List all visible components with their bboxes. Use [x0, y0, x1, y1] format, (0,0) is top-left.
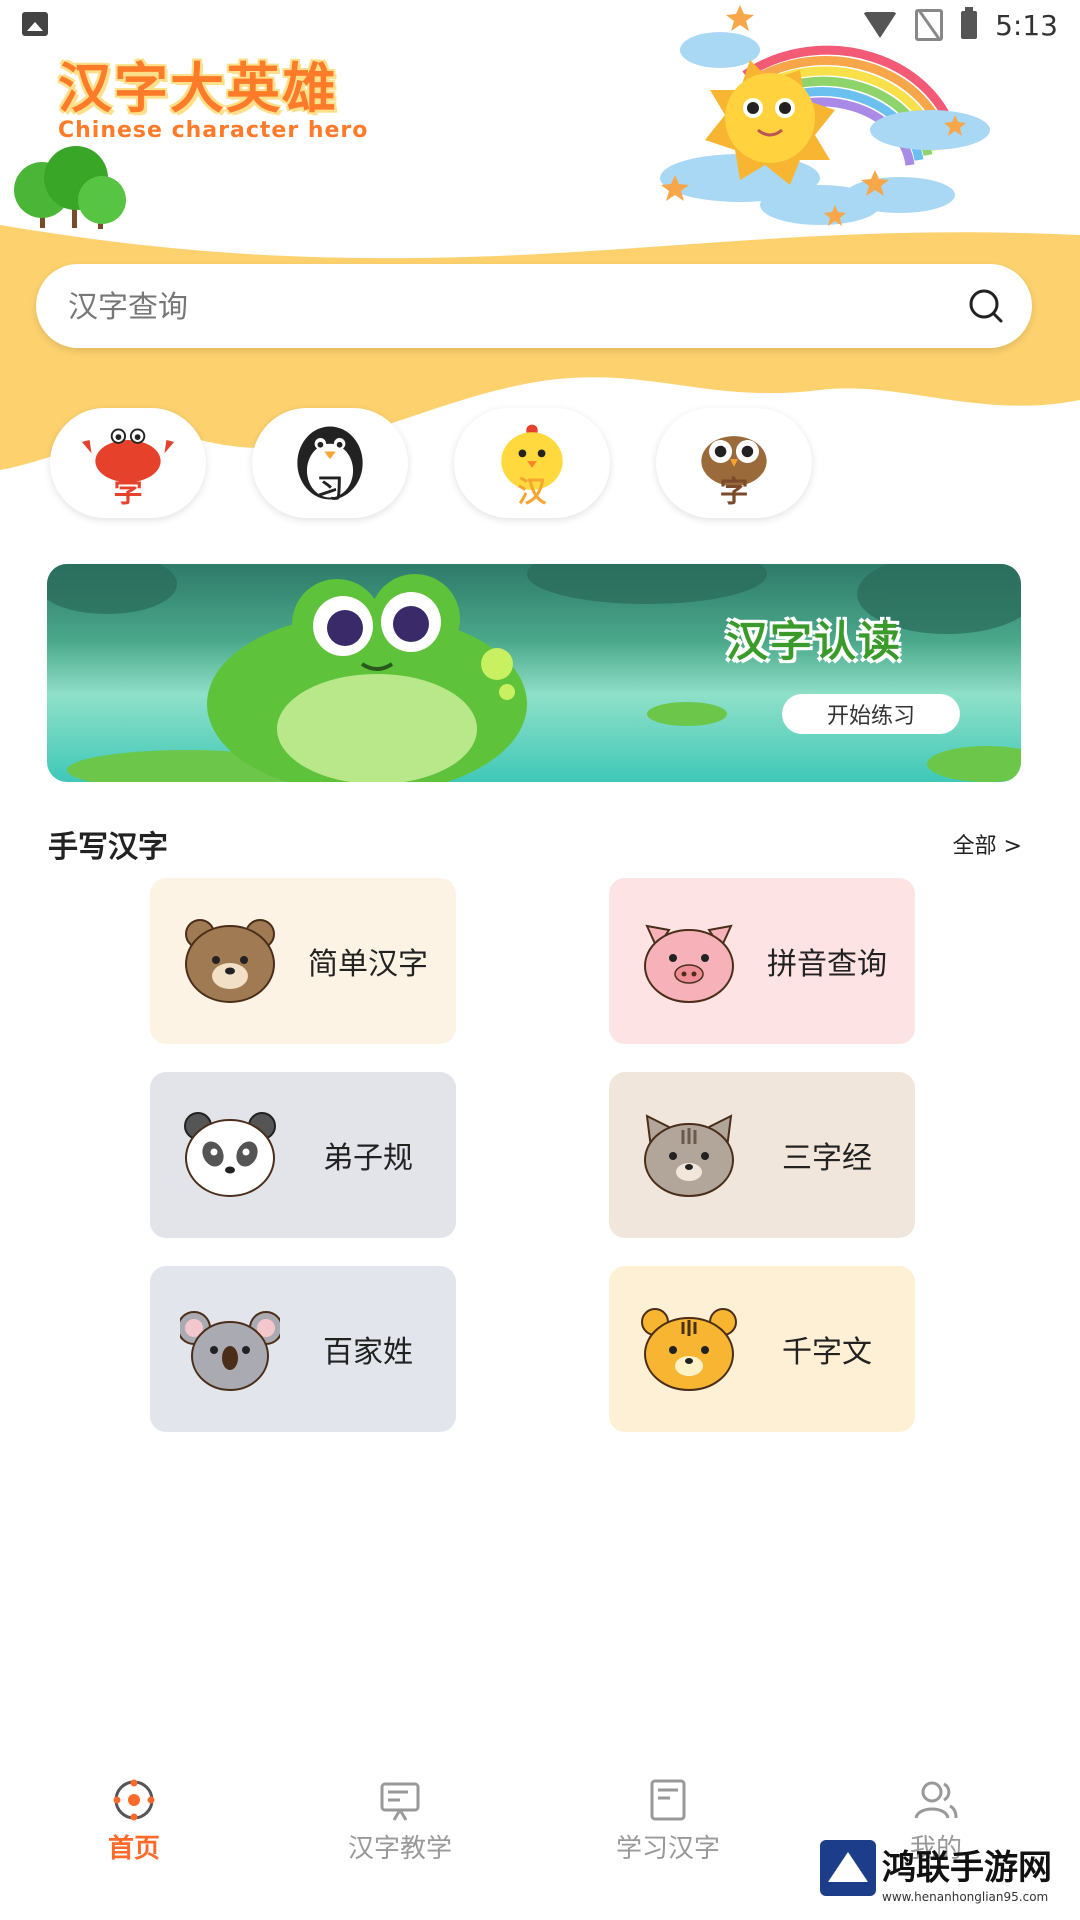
nav-learn[interactable]: 学习汉字	[568, 1778, 768, 1888]
category-char-0: 学	[114, 474, 143, 508]
category-crab-button[interactable]: 学	[50, 408, 206, 518]
section-title: 手写汉字	[48, 830, 168, 865]
category-char-1: 习	[317, 474, 344, 505]
start-practice-button[interactable]: 开始练习	[782, 694, 960, 734]
status-icons: 5:13	[863, 7, 1058, 42]
chick-icon: 汉	[501, 424, 563, 508]
category-owl-button[interactable]: 字	[656, 408, 812, 518]
card-qianziwen[interactable]: 千字文	[609, 1266, 915, 1432]
search-bar[interactable]	[36, 264, 1032, 350]
koala-icon	[180, 1311, 280, 1391]
card-baijiaxing[interactable]: 百家姓	[150, 1266, 456, 1432]
status-bar: 5:13	[0, 0, 1080, 50]
view-all-link[interactable]: 全部 >	[953, 828, 1022, 860]
watermark: 鸿联手游网 www.henanhonglian95.com	[820, 1840, 1070, 1918]
card-label: 弟子规	[323, 1141, 413, 1176]
card-label: 三字经	[782, 1141, 872, 1176]
card-dizigui[interactable]: 弟子规	[150, 1072, 456, 1238]
image-notification-icon	[22, 12, 48, 36]
document-icon	[650, 1779, 686, 1821]
banner-image[interactable]	[47, 564, 1021, 782]
watermark-logo-icon	[820, 1840, 876, 1896]
home-icon	[113, 1779, 155, 1821]
teaching-board-icon	[380, 1782, 420, 1821]
card-label: 拼音查询	[767, 947, 887, 982]
crab-icon: 学	[81, 428, 175, 508]
banner-title: 汉字认读	[726, 617, 903, 666]
card-label: 百家姓	[323, 1335, 413, 1370]
search-input[interactable]	[66, 264, 950, 350]
cat-icon	[644, 1114, 734, 1197]
card-label: 千字文	[782, 1335, 872, 1370]
card-sanzijing[interactable]: 三字经	[609, 1072, 915, 1238]
category-char-2: 汉	[518, 474, 547, 508]
watermark-url: www.henanhonglian95.com	[882, 1890, 1049, 1904]
nav-label: 学习汉字	[615, 1834, 720, 1864]
tiger-icon	[641, 1308, 737, 1391]
search-icon[interactable]	[968, 288, 1004, 324]
pig-icon	[644, 924, 734, 1003]
panda-icon	[184, 1112, 276, 1197]
category-penguin-button[interactable]: 习	[252, 408, 408, 518]
user-icon	[914, 1781, 958, 1819]
app-logo-subtitle: Chinese character hero	[58, 118, 369, 143]
status-time: 5:13	[995, 8, 1058, 42]
app-logo-title: 汉字大英雄	[58, 57, 338, 120]
card-simple-characters[interactable]: 简单汉字	[150, 878, 456, 1044]
penguin-icon: 习	[297, 426, 363, 505]
no-sim-icon	[915, 9, 944, 41]
nav-home[interactable]: 首页	[34, 1778, 234, 1888]
card-pinyin-search[interactable]: 拼音查询	[609, 878, 915, 1044]
owl-icon: 字	[701, 436, 767, 508]
nav-teaching[interactable]: 汉字教学	[300, 1778, 500, 1888]
category-row: 学 习 汉 字	[50, 408, 812, 518]
nav-label: 首页	[107, 1834, 160, 1864]
category-chick-button[interactable]: 汉	[454, 408, 610, 518]
watermark-title: 鸿联手游网	[882, 1848, 1052, 1888]
wifi-icon	[863, 12, 898, 38]
category-char-3: 字	[720, 474, 749, 508]
battery-icon	[961, 7, 978, 39]
bear-icon	[185, 919, 275, 1003]
nav-label: 汉字教学	[347, 1834, 452, 1864]
card-label: 简单汉字	[308, 947, 428, 982]
